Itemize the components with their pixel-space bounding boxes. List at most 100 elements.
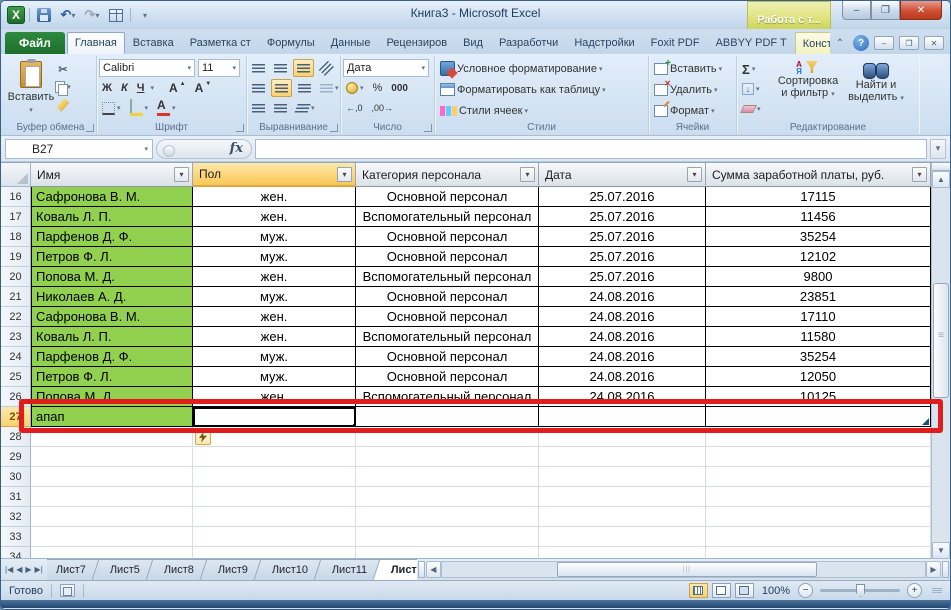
empty-cell[interactable] (706, 527, 931, 547)
align-right-button[interactable] (295, 79, 314, 97)
help-icon[interactable]: ? (853, 35, 869, 51)
borders-button[interactable]: ▾ (99, 99, 124, 117)
hscroll-left-arrow[interactable]: ◀ (426, 561, 441, 578)
workbook-close-button[interactable]: ✕ (924, 36, 944, 50)
empty-cell[interactable] (31, 507, 193, 527)
hscroll-thumb[interactable] (557, 562, 817, 577)
empty-cell[interactable] (193, 507, 356, 527)
empty-cell[interactable] (31, 527, 193, 547)
tab-split-handle[interactable] (418, 561, 425, 578)
empty-cell[interactable] (31, 447, 193, 467)
dialog-launcher-icon[interactable] (330, 124, 338, 132)
empty-cell[interactable] (356, 467, 539, 487)
cell-sum[interactable]: 12050 (706, 367, 931, 387)
row-header-23[interactable]: 23 (1, 327, 31, 347)
restore-button[interactable]: ❐ (871, 1, 900, 20)
cell-sum[interactable]: 17115 (706, 187, 931, 207)
cell-sum[interactable]: 11456 (706, 207, 931, 227)
empty-cell[interactable] (193, 487, 356, 507)
scroll-track[interactable] (932, 188, 950, 542)
name-box[interactable]: B27▾ (5, 139, 153, 159)
empty-cell[interactable] (706, 427, 931, 447)
cell-name[interactable]: Попова М. Д. (31, 267, 193, 287)
macro-record-icon[interactable] (60, 584, 75, 597)
cell-category[interactable]: Основной персонал (356, 187, 539, 207)
copy-icon[interactable]: ▾ (55, 79, 71, 95)
paste-button[interactable]: Вставить▾ (7, 58, 55, 120)
page-break-view-button[interactable] (735, 583, 754, 598)
empty-cell[interactable] (706, 467, 931, 487)
cell-category[interactable]: Вспомогательный персонал (356, 387, 539, 407)
cell-name[interactable]: Николаев А. Д. (31, 287, 193, 307)
orientation-button[interactable] (317, 59, 336, 77)
insert-cells-button[interactable]: Вставить▾ (651, 60, 725, 78)
align-top-button[interactable] (249, 59, 268, 77)
italic-button[interactable]: К (118, 79, 131, 97)
normal-view-button[interactable] (689, 583, 708, 598)
minimize-button[interactable]: – (842, 1, 871, 20)
next-sheet-button[interactable]: ▶ (25, 565, 31, 574)
zoom-in-button[interactable]: + (907, 583, 922, 598)
cell-category[interactable]: Основной персонал (356, 307, 539, 327)
row-header-33[interactable]: 33 (1, 527, 31, 547)
align-bottom-button[interactable] (293, 59, 314, 77)
find-select-button[interactable]: Найти ивыделить ▾ (843, 58, 909, 120)
empty-cell[interactable] (539, 507, 706, 527)
cell-sex[interactable]: жен. (193, 327, 356, 347)
zoom-out-button[interactable]: − (798, 583, 813, 598)
tab-Рецензиров[interactable]: Рецензиров (378, 32, 455, 54)
cell-sum[interactable]: 17110 (706, 307, 931, 327)
format-cells-button[interactable]: Формат▾ (651, 102, 718, 120)
workbook-minimize-button[interactable]: – (874, 36, 894, 50)
cell-name[interactable]: Коваль Л. П. (31, 327, 193, 347)
zoom-slider[interactable] (820, 589, 900, 592)
cell-sum[interactable]: 35254 (706, 347, 931, 367)
scroll-up-arrow[interactable]: ▲ (932, 171, 950, 188)
decrease-indent-button[interactable] (249, 99, 268, 117)
empty-cell[interactable] (31, 427, 193, 447)
wrap-text-button[interactable]: ▾ (293, 99, 318, 117)
cell-D27[interactable] (539, 407, 706, 427)
cell-date[interactable]: 25.07.2016 (539, 227, 706, 247)
font-color-button[interactable]: А▾ (154, 99, 179, 117)
hscroll-right-arrow[interactable]: ▶ (926, 561, 941, 578)
bold-button[interactable]: Ж (99, 79, 115, 97)
delete-cells-button[interactable]: Удалить▾ (651, 81, 721, 99)
last-sheet-button[interactable]: ▶| (35, 565, 43, 574)
fill-color-button[interactable]: ▾ (127, 99, 152, 117)
cell-sex[interactable]: жен. (193, 267, 356, 287)
tab-Foxit PDF[interactable]: Foxit PDF (643, 32, 708, 54)
cell-name[interactable]: Сафронова В. М. (31, 307, 193, 327)
autofill-options-button[interactable] (195, 429, 211, 445)
cell-date[interactable]: 24.08.2016 (539, 307, 706, 327)
column-header-Пол[interactable]: Пол▾ (193, 163, 356, 187)
cell-date[interactable]: 25.07.2016 (539, 247, 706, 267)
empty-cell[interactable] (31, 487, 193, 507)
font-name-combo[interactable]: Calibri▾ (99, 59, 195, 77)
row-header-28[interactable]: 28 (1, 427, 31, 447)
tab-Конструктор[interactable]: Конструктор (795, 32, 830, 54)
tab-ABBYY PDF T[interactable]: ABBYY PDF T (708, 32, 795, 54)
row-header-19[interactable]: 19 (1, 247, 31, 267)
row-header-22[interactable]: 22 (1, 307, 31, 327)
filter-button[interactable]: ▾ (687, 167, 702, 182)
clear-button[interactable]: ▾ (739, 100, 773, 118)
empty-cell[interactable] (539, 427, 706, 447)
empty-cell[interactable] (193, 447, 356, 467)
page-layout-view-button[interactable] (712, 583, 731, 598)
cell-name[interactable]: Попова М. Д. (31, 387, 193, 407)
selected-cell-B27[interactable] (193, 407, 356, 427)
empty-cell[interactable] (706, 507, 931, 527)
cell-date[interactable]: 24.08.2016 (539, 367, 706, 387)
cell-sum[interactable]: 35254 (706, 227, 931, 247)
row-header-21[interactable]: 21 (1, 287, 31, 307)
cell-styles-button[interactable]: Стили ячеек▾ (437, 102, 531, 120)
cell-sum[interactable]: 9800 (706, 267, 931, 287)
column-header-Сумма заработной платы, руб.[interactable]: Сумма заработной платы, руб.▾ (706, 163, 931, 187)
cell-category[interactable]: Вспомогательный персонал (356, 267, 539, 287)
close-button[interactable]: ✕ (900, 1, 942, 20)
cell-A27[interactable]: апап (31, 407, 193, 427)
empty-cell[interactable] (356, 487, 539, 507)
row-header-27[interactable]: 27 (1, 407, 31, 427)
merge-center-button[interactable]: ▾ (317, 79, 342, 97)
